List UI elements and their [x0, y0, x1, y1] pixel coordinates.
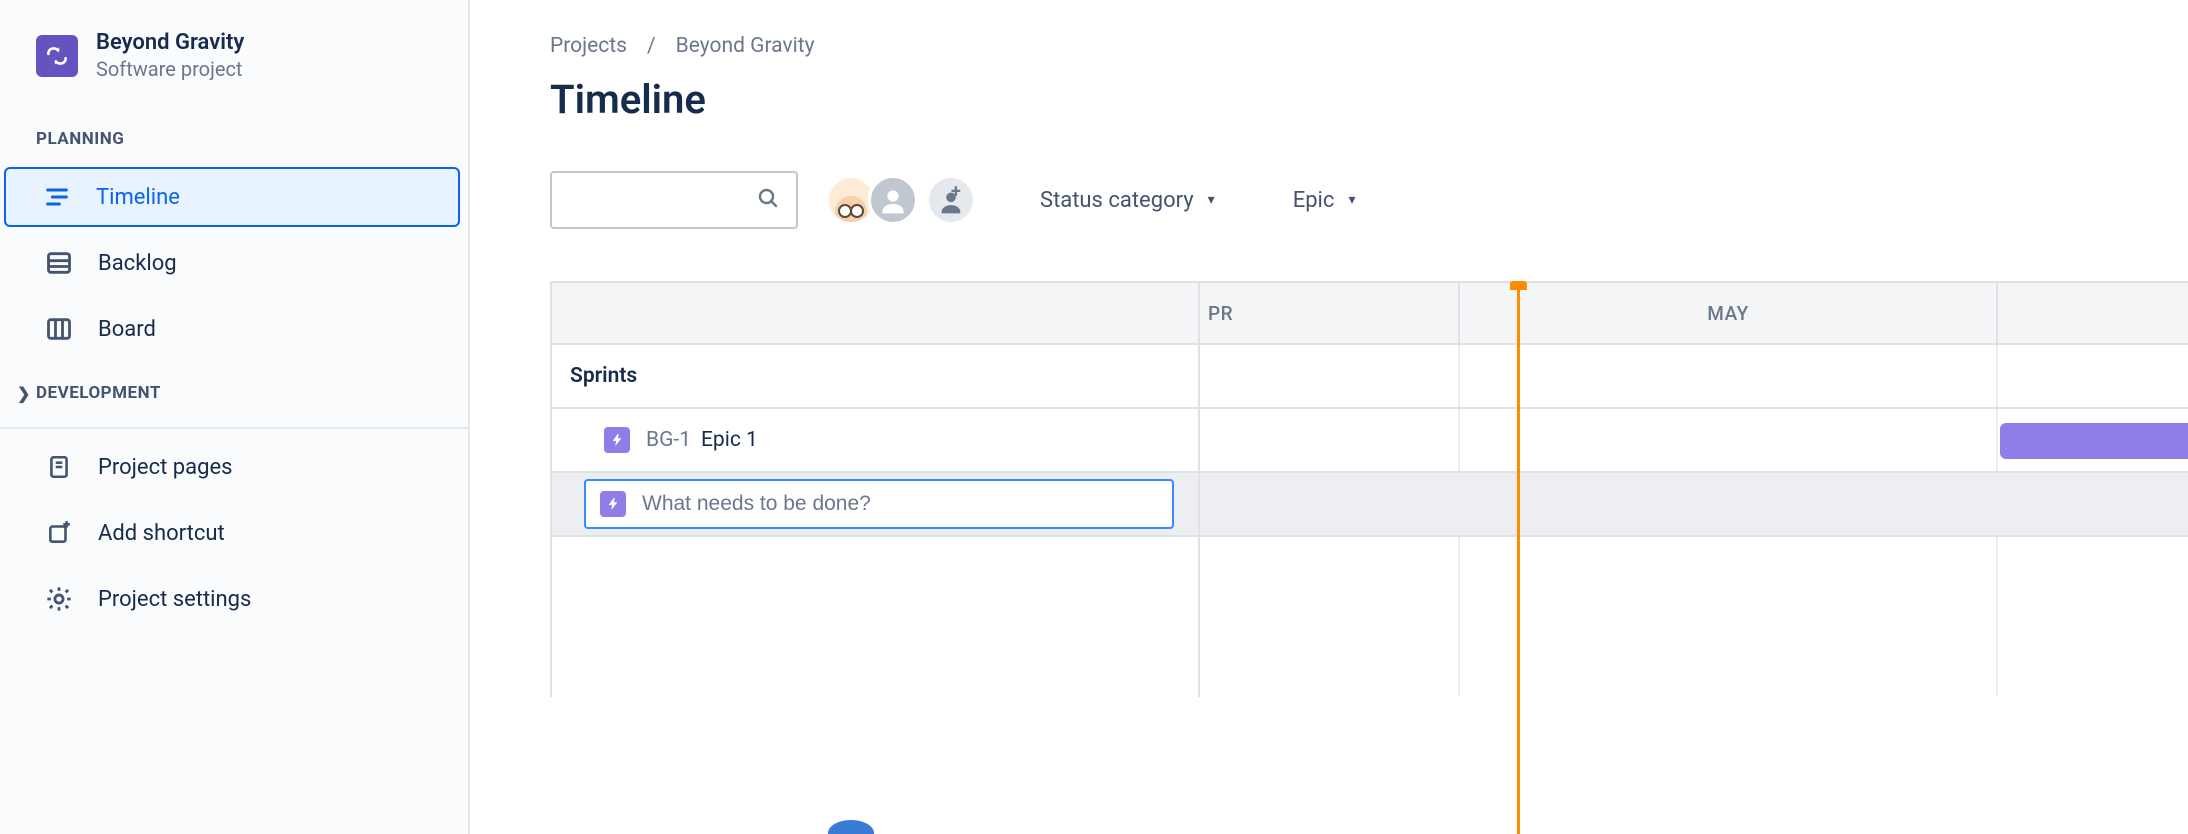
sidebar-item-label: Board	[98, 317, 156, 342]
gear-icon	[44, 584, 74, 614]
sidebar-divider	[0, 427, 468, 429]
issue-key[interactable]: BG-1	[646, 428, 691, 452]
backlog-icon	[44, 248, 74, 278]
month-column-next	[1998, 283, 2188, 343]
page-title: Timeline	[550, 76, 2188, 123]
epic-icon	[600, 491, 626, 517]
chevron-down-icon: ▾	[1208, 192, 1215, 208]
search-icon	[756, 186, 780, 214]
project-header[interactable]: Beyond Gravity Software project	[0, 30, 468, 111]
breadcrumb: Projects / Beyond Gravity	[550, 34, 2188, 58]
avatar-unassigned[interactable]	[868, 175, 918, 225]
chevron-right-icon: ❯	[12, 384, 36, 403]
month-column-may: MAY	[1460, 283, 1998, 343]
sidebar-item-project-pages[interactable]: Project pages	[8, 437, 460, 497]
board-icon	[44, 314, 74, 344]
breadcrumb-separator: /	[647, 34, 656, 58]
search-input[interactable]	[550, 171, 798, 229]
pages-icon	[44, 452, 74, 482]
create-epic-input-wrap[interactable]	[584, 479, 1174, 529]
timeline-empty-area[interactable]	[552, 537, 2188, 697]
sidebar-item-label: Project settings	[98, 587, 251, 612]
epic-icon	[604, 427, 630, 453]
project-icon	[36, 35, 78, 77]
timeline-sprints-row: Sprints	[552, 345, 2188, 409]
epic-filter[interactable]: Epic ▾	[1279, 178, 1370, 223]
timeline-create-row	[552, 473, 2188, 537]
timeline-icon	[42, 182, 72, 212]
assignee-avatars: +	[826, 175, 976, 225]
sidebar-item-board[interactable]: Board	[8, 299, 460, 359]
sidebar-item-backlog[interactable]: Backlog	[8, 233, 460, 293]
sidebar-item-label: Add shortcut	[98, 521, 225, 546]
timeline-epic-row[interactable]: BG-1 Epic 1	[552, 409, 2188, 473]
issue-summary[interactable]: Epic 1	[701, 428, 758, 452]
sidebar-item-timeline[interactable]: Timeline	[4, 167, 460, 227]
timeline-row-header-blank	[552, 283, 1200, 343]
timeline-header: PR MAY	[552, 283, 2188, 345]
sprints-label: Sprints	[552, 345, 1200, 407]
project-name: Beyond Gravity	[96, 30, 244, 55]
project-type: Software project	[96, 57, 244, 81]
timeline-grid: PR MAY Sprints BG-1 Epic 1	[550, 281, 2188, 697]
sidebar: Beyond Gravity Software project PLANNING…	[0, 0, 470, 834]
main-content: Projects / Beyond Gravity Timeline	[470, 0, 2188, 834]
toolbar: + Status category ▾ Epic ▾	[550, 171, 2188, 229]
sidebar-item-add-shortcut[interactable]: Add shortcut	[8, 503, 460, 563]
sidebar-item-label: Timeline	[96, 185, 180, 210]
plus-icon: +	[951, 186, 965, 200]
breadcrumb-projects[interactable]: Projects	[550, 34, 627, 58]
status-category-filter[interactable]: Status category ▾	[1026, 178, 1229, 223]
month-column-apr: PR	[1200, 283, 1460, 343]
create-epic-input[interactable]	[642, 492, 1158, 516]
epic-schedule-bar[interactable]	[2000, 423, 2188, 459]
section-planning-label: PLANNING	[0, 111, 468, 161]
sidebar-item-project-settings[interactable]: Project settings	[8, 569, 460, 629]
breadcrumb-current[interactable]: Beyond Gravity	[676, 34, 815, 58]
section-development-label[interactable]: ❯ DEVELOPMENT	[0, 365, 468, 415]
chevron-down-icon: ▾	[1348, 192, 1355, 208]
add-people-button[interactable]: +	[926, 175, 976, 225]
add-shortcut-icon	[44, 518, 74, 548]
sidebar-item-label: Project pages	[98, 455, 232, 480]
sidebar-item-label: Backlog	[98, 251, 177, 276]
